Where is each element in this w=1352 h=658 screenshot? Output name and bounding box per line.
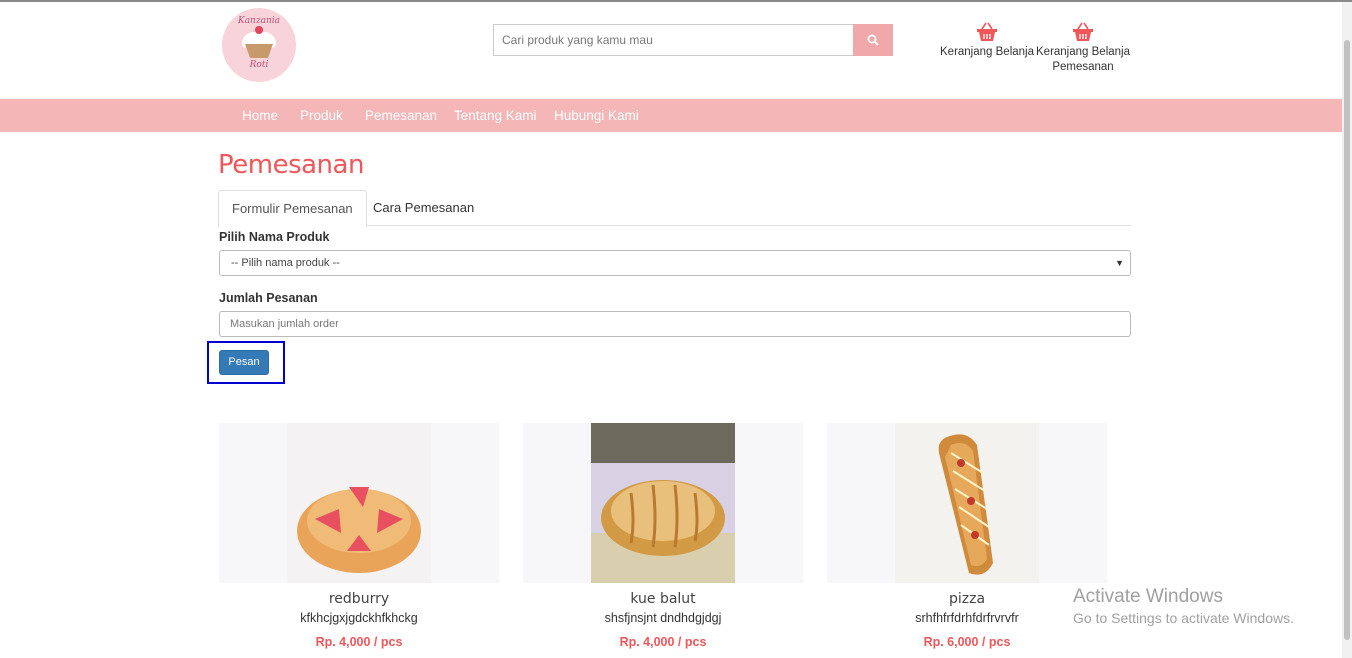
product-name[interactable]: pizza: [827, 591, 1107, 607]
order-cart-label-line1: Keranjang Belanja: [1036, 46, 1130, 58]
product-name[interactable]: kue balut: [523, 591, 803, 607]
product-price: Rp. 6,000 / pcs: [923, 635, 1011, 649]
product-price: Rp. 4,000 / pcs: [619, 635, 707, 649]
nav-produk[interactable]: Produk: [300, 99, 343, 132]
chevron-down-icon: ▼: [1115, 258, 1124, 268]
logo-text-bottom: Roti: [249, 60, 269, 70]
product-card[interactable]: kue balut shsfjnsjnt dndhdgjdgj Rp. 4,00…: [523, 423, 803, 649]
product-image-kue-balut[interactable]: [591, 423, 735, 583]
logo[interactable]: Kanzania Roti: [222, 8, 296, 82]
watermark-title: Activate Windows: [1073, 586, 1223, 607]
page: Kanzania Roti Ke: [0, 0, 1352, 658]
quantity-input[interactable]: [219, 311, 1131, 337]
page-scrollbar[interactable]: [1342, 2, 1352, 658]
site-header: Kanzania Roti Ke: [0, 2, 1352, 98]
search-icon: [867, 34, 879, 46]
nav-hubungi-kami[interactable]: Hubungi Kami: [554, 99, 639, 132]
shopping-cart-link[interactable]: Keranjang Belanja: [940, 22, 1034, 60]
logo-cupcake-cup: [245, 44, 273, 58]
scrollbar-thumb[interactable]: [1344, 40, 1350, 640]
shopping-cart-label: Keranjang Belanja: [940, 46, 1034, 58]
product-select-value: -- Pilih nama produk --: [231, 257, 340, 269]
nav-home[interactable]: Home: [242, 99, 278, 132]
basket-icon: [977, 22, 997, 41]
watermark-subtitle: Go to Settings to activate Windows.: [1073, 610, 1294, 626]
nav-tentang-kami[interactable]: Tentang Kami: [454, 99, 537, 132]
search-button[interactable]: [853, 24, 893, 56]
windows-activation-watermark: Activate Windows Go to Settings to activ…: [1073, 586, 1294, 626]
page-title: Pemesanan: [218, 150, 364, 180]
product-description: kfkhcjgxjgdckhfkhckg: [300, 611, 418, 625]
search-bar: [493, 24, 893, 56]
order-tabs: Formulir Pemesanan Cara Pemesanan: [218, 190, 1131, 227]
basket-icon: [1073, 22, 1093, 41]
order-cart-link[interactable]: Keranjang Belanja Pemesanan: [1036, 22, 1130, 75]
product-image-redburry[interactable]: [287, 423, 431, 583]
product-card[interactable]: pizza srhfhfrfdrhfdrfrvrvfr Rp. 6,000 / …: [827, 423, 1107, 649]
tab-order-guide[interactable]: Cara Pemesanan: [360, 190, 487, 226]
main-nav: Home Produk Pemesanan Tentang Kami Hubun…: [0, 99, 1342, 132]
product-description: srhfhfrfdrhfdrfrvrvfr: [915, 611, 1019, 625]
product-name[interactable]: redburry: [219, 591, 499, 607]
product-image-frame: [219, 423, 499, 583]
product-image-frame: [827, 423, 1107, 583]
order-cart-label-line2: Pemesanan: [1052, 61, 1114, 73]
logo-text-top: Kanzania: [237, 16, 281, 26]
product-price: Rp. 4,000 / pcs: [315, 635, 403, 649]
tab-order-form[interactable]: Formulir Pemesanan: [218, 190, 367, 227]
search-input[interactable]: [493, 24, 854, 56]
submit-order-button[interactable]: Pesan: [219, 350, 269, 375]
nav-pemesanan[interactable]: Pemesanan: [365, 99, 437, 132]
product-card[interactable]: redburry kfkhcjgxjgdckhfkhckg Rp. 4,000 …: [219, 423, 499, 649]
product-image-pizza[interactable]: [895, 423, 1039, 583]
product-label: Pilih Nama Produk: [219, 230, 330, 244]
product-select[interactable]: -- Pilih nama produk -- ▼: [219, 250, 1131, 276]
logo-cherry: [255, 26, 263, 34]
quantity-label: Jumlah Pesanan: [219, 291, 318, 305]
product-image-frame: [523, 423, 803, 583]
product-description: shsfjnsjnt dndhdgjdgj: [604, 611, 722, 625]
